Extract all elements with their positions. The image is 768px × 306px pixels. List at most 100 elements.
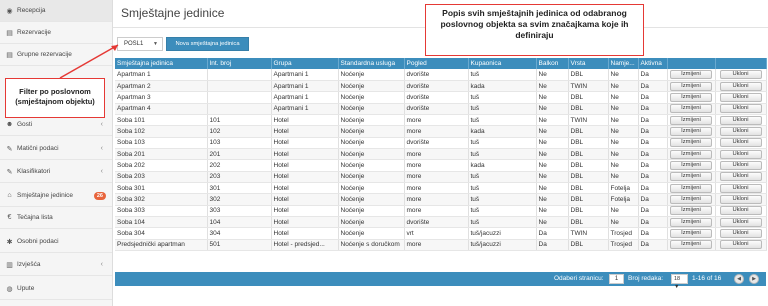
sidebar-item[interactable]: ✎ Klasifikatori ‹ (0, 161, 112, 183)
table-cell: Da (638, 193, 668, 206)
delete-button[interactable]: Ukloni (719, 183, 762, 193)
table-cell: Hotel (271, 216, 339, 229)
edit-button[interactable]: Izmijeni (670, 126, 712, 136)
sidebar-item[interactable]: ✎ Matični podaci ‹ (0, 138, 112, 160)
business-unit-select[interactable]: POSL1 ▼ (117, 37, 163, 51)
column-header[interactable]: Vrsta (568, 58, 609, 69)
sidebar-item-label: Smještajne jedinice (17, 192, 74, 199)
column-header[interactable]: Int. broj (207, 58, 272, 69)
table-cell: Da (638, 171, 668, 183)
next-page-icon[interactable]: ▶ (749, 274, 759, 284)
table-row[interactable]: Soba 202 202 Hotel Noćenje more kada Ne DBL Ne Da… (115, 159, 767, 172)
table-row[interactable]: Soba 101 101 Hotel Noćenje more tuš Ne TWIN Ne Da… (115, 114, 767, 127)
delete-button[interactable]: Ukloni (719, 172, 762, 182)
edit-button[interactable]: Izmijeni (670, 160, 712, 170)
table-row[interactable]: Apartman 1 Apartmani 1 Noćenje dvorište tuš N… (115, 69, 767, 81)
sidebar-item[interactable]: ▤ Grupne rezervacije (0, 44, 112, 66)
sidebar-item[interactable]: ✱ Osobni podaci (0, 231, 112, 253)
edit-button[interactable]: Izmijeni (670, 240, 712, 250)
column-header[interactable]: Standardna usluga (338, 58, 405, 69)
table-cell: Hotel (271, 193, 339, 206)
edit-button[interactable]: Izmijeni (670, 206, 712, 216)
table-cell: tuš (468, 171, 537, 183)
delete-cell: Ukloni (715, 205, 767, 217)
table-cell: Da (638, 148, 668, 161)
table-cell: Da (638, 137, 668, 149)
chevron-left-icon: ‹ (100, 145, 103, 152)
list-icon: ▤ (6, 51, 13, 59)
table-row[interactable]: Soba 102 102 Hotel Noćenje more kada Ne DBL Ne Da… (115, 125, 767, 138)
edit-button[interactable]: Izmijeni (670, 217, 712, 227)
delete-button[interactable]: Ukloni (719, 81, 762, 91)
prev-page-icon[interactable]: ◀ (734, 274, 744, 284)
table-row[interactable]: Soba 201 201 Hotel Noćenje more tuš Ne DBL Ne Da I… (115, 148, 767, 161)
edit-button[interactable]: Izmijeni (670, 194, 712, 204)
column-header[interactable]: Kupaonica (468, 58, 537, 69)
edit-button[interactable]: Izmijeni (670, 69, 712, 79)
delete-button[interactable]: Ukloni (719, 115, 762, 125)
table-cell: 104 (207, 216, 272, 229)
page-input[interactable]: 1 (609, 274, 624, 284)
delete-button[interactable]: Ukloni (719, 194, 762, 204)
sidebar-item[interactable]: ▤ Rezervacije (0, 22, 112, 44)
table-row[interactable]: Soba 104 104 Hotel Noćenje dvorište tuš Ne DBL N… (115, 216, 767, 229)
table-row[interactable]: Soba 203 203 Hotel Noćenje more tuš Ne DBL Ne Da I… (115, 171, 767, 183)
sidebar-item[interactable]: € Tečajna lista (0, 207, 112, 229)
table-row[interactable]: Soba 303 303 Hotel Noćenje more tuš Ne DBL Ne Da I… (115, 205, 767, 217)
table-row[interactable]: Apartman 3 Apartmani 1 Noćenje dvorište tuš N… (115, 91, 767, 104)
edit-button[interactable]: Izmijeni (670, 228, 712, 238)
delete-button[interactable]: Ukloni (719, 149, 762, 159)
rows-per-page-select[interactable]: 18 ▼ (671, 274, 688, 290)
column-header[interactable]: Smještajna jedinica (115, 58, 208, 69)
table-cell: Predsjednički apartman (115, 239, 208, 252)
column-header[interactable]: Grupa (271, 58, 339, 69)
edit-button[interactable]: Izmijeni (670, 92, 712, 102)
column-header[interactable]: Namje... (608, 58, 639, 69)
table-cell: Apartmani 1 (271, 80, 339, 93)
edit-button[interactable]: Izmijeni (670, 104, 712, 114)
table-cell: DBL (568, 182, 609, 195)
delete-button[interactable]: Ukloni (719, 228, 762, 238)
delete-button[interactable]: Ukloni (719, 138, 762, 148)
edit-button[interactable]: Izmijeni (670, 138, 712, 148)
delete-button[interactable]: Ukloni (719, 240, 762, 250)
delete-button[interactable]: Ukloni (719, 206, 762, 216)
delete-button[interactable]: Ukloni (719, 217, 762, 227)
table-cell: Ne (536, 91, 569, 104)
pager: Odaberi stranicu: 1 Broj redaka: 18 ▼ 1-… (115, 272, 766, 290)
delete-button[interactable]: Ukloni (719, 92, 762, 102)
delete-button[interactable]: Ukloni (719, 69, 762, 79)
delete-cell: Ukloni (715, 193, 767, 206)
sidebar-item[interactable]: ◉ Recepcija (0, 0, 112, 22)
delete-button[interactable]: Ukloni (719, 104, 762, 114)
column-header[interactable]: Balkon (536, 58, 569, 69)
edit-button[interactable]: Izmijeni (670, 149, 712, 159)
sidebar-item[interactable]: ▥ Izvješća ‹ (0, 254, 112, 276)
column-header[interactable]: Aktivna (638, 58, 668, 69)
table-cell: Da (638, 114, 668, 127)
table-row[interactable]: Soba 301 301 Hotel Noćenje more tuš Ne DBL Fotel… (115, 182, 767, 195)
edit-button[interactable]: Izmijeni (670, 81, 712, 91)
edit-button[interactable]: Izmijeni (670, 115, 712, 125)
sidebar-item[interactable]: ◍ Upute (0, 278, 112, 300)
table-cell: Apartman 1 (115, 69, 208, 81)
column-header[interactable] (715, 58, 767, 69)
table-row[interactable]: Apartman 2 Apartmani 1 Noćenje dvorište kada… (115, 80, 767, 93)
table-row[interactable]: Soba 302 302 Hotel Noćenje more tuš Ne DBL Fotel… (115, 193, 767, 206)
table-row[interactable]: Soba 304 304 Hotel Noćenje vrt tuš/jacuzzi Da T… (115, 227, 767, 240)
delete-button[interactable]: Ukloni (719, 160, 762, 170)
column-header[interactable]: Pogled (404, 58, 469, 69)
table-cell: Soba 304 (115, 227, 208, 240)
table-row[interactable]: Apartman 4 Apartmani 1 Noćenje dvorište tuš N… (115, 103, 767, 115)
table-row[interactable]: Predsjednički apartman 501 Hotel - predsje… (115, 239, 767, 252)
table-cell: 202 (207, 159, 272, 172)
delete-button[interactable]: Ukloni (719, 126, 762, 136)
edit-button[interactable]: Izmijeni (670, 172, 712, 182)
table-cell: Ne (608, 216, 639, 229)
edit-button[interactable]: Izmijeni (670, 183, 712, 193)
sidebar-item[interactable]: ⌂ Smještajne jedinice 26 (0, 185, 112, 207)
table-cell: Trosjed (608, 227, 639, 240)
new-unit-button[interactable]: Nova smještajna jedinica (166, 37, 249, 51)
table-row[interactable]: Soba 103 103 Hotel Noćenje dvorište tuš Ne DBL N… (115, 137, 767, 149)
column-header[interactable] (667, 58, 716, 69)
